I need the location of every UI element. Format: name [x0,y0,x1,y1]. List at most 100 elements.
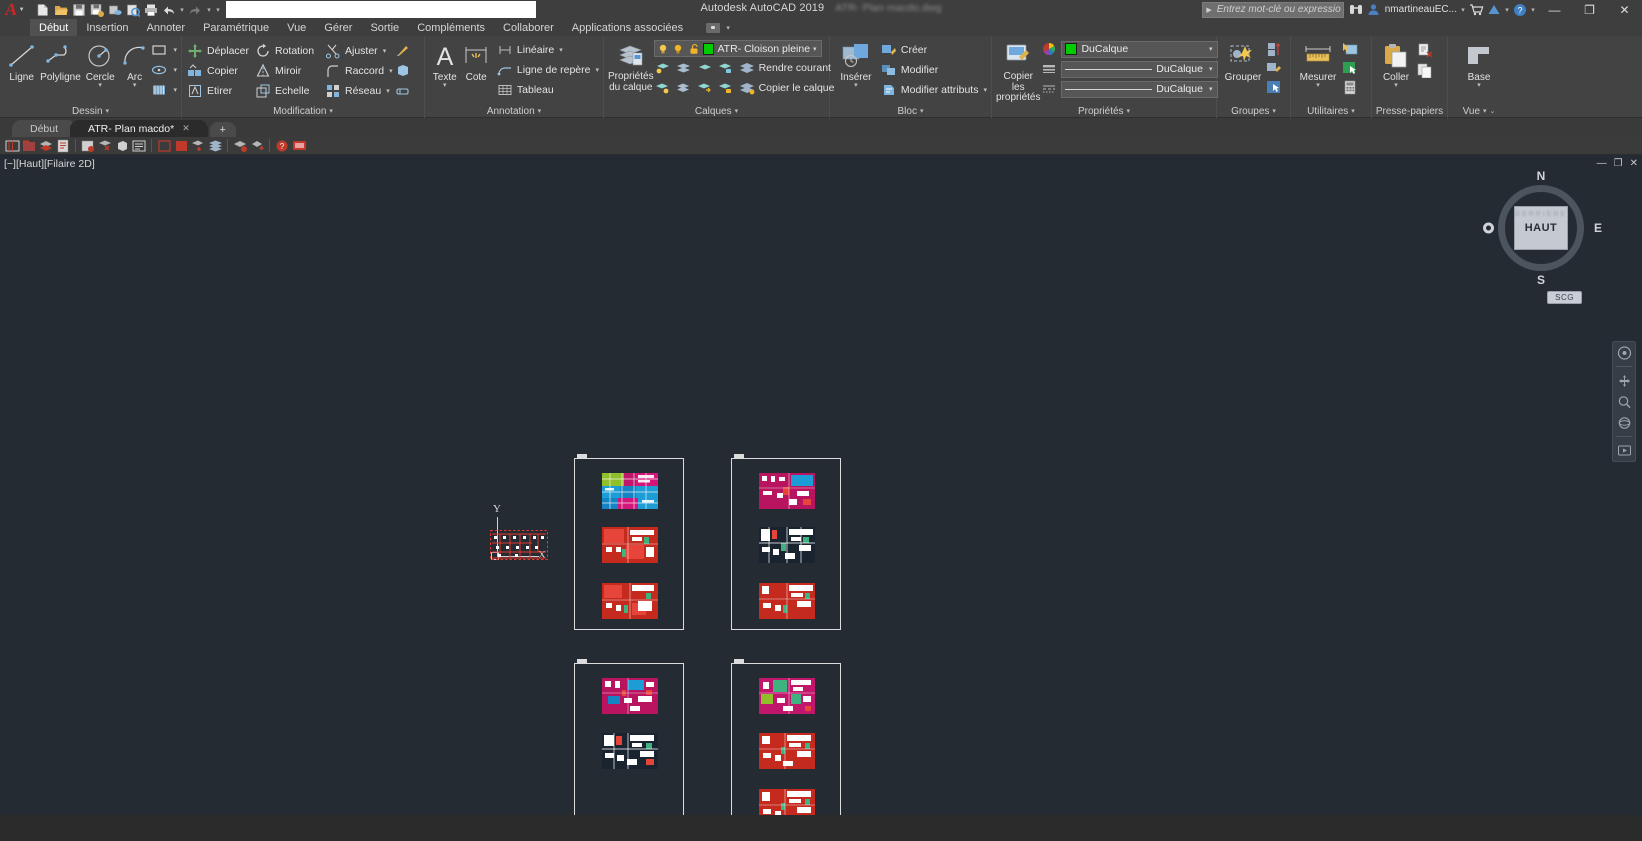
compass-east-label[interactable]: E [1594,221,1602,235]
undo-dropdown-caret[interactable]: ▾ [178,6,186,14]
panel-bloc-title[interactable]: Bloc ▾ [830,104,991,118]
plan-thumbnail-7[interactable] [602,678,658,714]
ungroup-icon[interactable] [1265,40,1283,58]
tool-ligne[interactable]: Ligne [4,39,39,83]
tool-erase[interactable] [394,81,420,101]
compass-west-marker[interactable] [1483,222,1494,234]
ribbon-tab-debut[interactable]: Début [30,19,78,36]
layer-walk-icon[interactable] [80,138,96,154]
tool-creer-bloc[interactable]: Créer [880,40,987,60]
layer-monitor-icon[interactable] [291,138,307,154]
zoom-icon[interactable] [1615,394,1633,409]
help-dropdown-caret[interactable]: ▾ [1529,6,1537,14]
color-wheel-icon[interactable] [1040,40,1058,58]
chevron-down-icon[interactable]: ▾ [1127,107,1131,115]
layer-state-icon[interactable] [21,138,37,154]
ribbon-tab-vue[interactable]: Vue [278,19,315,36]
panel-dessin-title[interactable]: Dessin ▾ [0,104,181,118]
tool-texte[interactable]: A Texte ▾ [429,39,460,89]
layer-restore-icon[interactable] [249,138,265,154]
search-binoculars-icon[interactable] [1347,0,1365,19]
panel-groupes-title[interactable]: Groupes ▾ [1217,104,1290,118]
tool-texte-caret[interactable]: ▾ [443,82,447,89]
open-icon[interactable] [52,1,69,18]
layer-unlock-obj-icon[interactable] [717,79,735,97]
cart-icon[interactable] [1467,0,1485,19]
panel-proprietes-title[interactable]: Propriétés ▾ [992,104,1216,118]
tool-rendre-courant-label[interactable]: Rendre courant [759,62,831,74]
copy-clip-icon[interactable] [1416,61,1434,79]
tool-rectangle-caret[interactable]: ▾ [173,46,177,54]
tool-block-edit[interactable] [394,61,420,81]
tool-reseau-caret[interactable]: ▾ [386,87,390,95]
minimize-button[interactable]: — [1537,0,1572,19]
layer-unlock-icon[interactable] [687,40,699,58]
drawing-canvas[interactable]: [−][Haut][Filaire 2D] — ❐ ✕ DERRIERE HAU… [0,155,1642,815]
tool-reseau[interactable]: Réseau ▾ [324,81,394,101]
ribbon-tab-sortie[interactable]: Sortie [361,19,408,36]
undo-icon[interactable] [160,1,177,18]
tool-mesurer-caret[interactable]: ▾ [1316,82,1320,89]
tool-polyligne[interactable]: Polyligne [39,39,81,83]
plan-thumbnail-2[interactable] [602,527,658,563]
tool-modifier-attributs[interactable]: Modifier attributs ▾ [880,80,987,100]
tool-properties-brush[interactable] [394,41,420,61]
quick-select-icon[interactable] [1341,40,1359,58]
tool-ellipse[interactable]: ▾ [150,60,177,80]
tool-ellipse-caret[interactable]: ▾ [173,66,177,74]
color-combo[interactable]: DuCalque ▾ [1061,40,1219,58]
layer-lock-red-icon[interactable] [190,138,206,154]
tool-copier-proprietes[interactable]: Copier les propriétés [996,39,1040,103]
tool-mesurer[interactable]: Mesurer ▾ [1295,39,1341,89]
chevron-down-icon[interactable]: ▾ [1272,107,1276,115]
plan-thumbnail-5[interactable] [759,527,815,563]
tool-etirer[interactable]: Etirer [186,81,254,101]
chevron-down-icon[interactable]: ▾ [329,107,333,115]
layer-freeze-icon[interactable] [672,40,684,58]
compass-south-label[interactable]: S [1537,273,1545,287]
redo-icon[interactable] [187,1,204,18]
pan-icon[interactable] [1615,373,1633,388]
chevron-down-icon[interactable]: ▾ [538,107,542,115]
tool-lineaire-caret[interactable]: ▾ [559,46,563,54]
new-icon[interactable] [34,1,51,18]
tool-proprietes-calque[interactable]: Propriétés du calque [608,39,654,93]
tool-base[interactable]: Base ▾ [1459,39,1499,89]
full-navigation-wheel-icon[interactable] [1615,345,1633,360]
plan-thumbnail-6[interactable] [759,583,815,619]
showmotion-icon[interactable] [1615,443,1633,458]
linetype-combo[interactable]: DuCalque ▾ [1061,80,1219,98]
plan-thumbnail-1[interactable] [602,473,658,509]
tool-ligne-repere-caret[interactable]: ▾ [595,66,599,74]
linetype-combo-caret[interactable]: ▾ [1209,85,1215,93]
viewport-close-icon[interactable]: ✕ [1630,158,1638,169]
orbit-icon[interactable] [1615,415,1633,430]
lineweight-combo-caret[interactable]: ▾ [1209,65,1215,73]
plan-thumbnail-10[interactable] [759,733,815,769]
a360-dropdown-caret[interactable]: ▾ [1503,6,1511,14]
layer-stack-icon[interactable] [207,138,223,154]
layer-combo-caret[interactable]: ▾ [813,45,819,53]
tool-coller-caret[interactable]: ▾ [1394,82,1398,89]
ribbon-tab-gerer[interactable]: Gérer [315,19,361,36]
layer-on-icon[interactable] [657,40,669,58]
qat-customize-caret[interactable]: ▾ [214,6,222,14]
tool-raccord-caret[interactable]: ▾ [389,67,393,75]
tool-rectangle[interactable]: ▾ [150,40,177,60]
layer-iso-icon[interactable] [114,138,130,154]
chevron-down-icon[interactable]: ▾ [735,107,739,115]
redo-dropdown-caret[interactable]: ▾ [205,6,213,14]
ribbon-tab-collaborer[interactable]: Collaborer [494,19,563,36]
viewport-label[interactable]: [−][Haut][Filaire 2D] [4,158,95,170]
layer-list-icon[interactable] [131,138,147,154]
autodesk-a360-icon[interactable] [1485,0,1503,19]
viewport-minimize-icon[interactable]: — [1597,158,1607,169]
tool-echelle[interactable]: Echelle [254,81,324,101]
plan-thumbnail-3[interactable] [602,583,658,619]
copy-layer-icon[interactable] [738,79,756,97]
layer-help-icon[interactable]: ? [274,138,290,154]
panel-presse-papiers-title[interactable]: Presse-papiers [1372,104,1447,118]
plan-thumbnail-4[interactable] [759,473,815,509]
layer-manager-icon[interactable] [4,138,20,154]
close-icon[interactable]: ✕ [182,123,190,134]
